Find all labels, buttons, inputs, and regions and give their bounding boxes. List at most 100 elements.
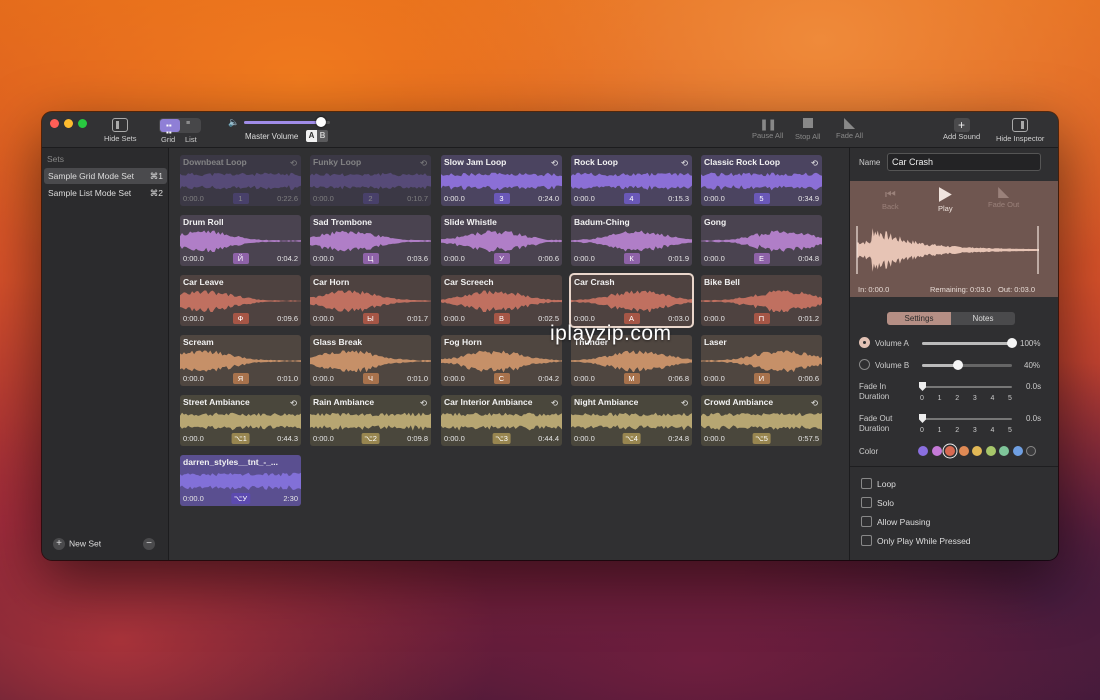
sound-tile[interactable]: Laser 0:00.0 И 0:00.6: [701, 335, 822, 386]
add-sound-button[interactable]: + Add Sound: [943, 118, 980, 141]
hide-sets-button[interactable]: Hide Sets: [104, 118, 137, 143]
scale-tick: 4: [990, 427, 995, 434]
loop-icon: ⟲: [289, 398, 297, 408]
fade-in-slider[interactable]: [919, 382, 1012, 391]
sound-tile[interactable]: Scream 0:00.0 Я 0:01.0: [180, 335, 301, 386]
fade-out-knob[interactable]: [919, 414, 926, 423]
sound-tile[interactable]: Classic Rock Loop ⟲ 0:00.0 5 0:34.9: [701, 155, 822, 206]
tile-start-time: 0:00.0: [704, 434, 725, 443]
fade-all-button[interactable]: Fade All: [836, 118, 863, 140]
sound-tile[interactable]: Rock Loop ⟲ 0:00.0 4 0:15.3: [571, 155, 692, 206]
fade-in-knob[interactable]: [919, 382, 926, 391]
solo-checkbox[interactable]: [861, 497, 872, 508]
loop-icon: ⟲: [550, 158, 558, 168]
sound-tile[interactable]: Gong 0:00.0 Е 0:04.8: [701, 215, 822, 266]
sound-tile[interactable]: darren_styles__tnt_-_... 0:00.0 ⌥У 2:30: [180, 455, 301, 506]
color-swatch[interactable]: [1026, 446, 1036, 456]
pause-all-button[interactable]: ❚❚ Pause All: [752, 118, 783, 140]
color-swatch[interactable]: [1012, 446, 1023, 456]
volume-a-knob[interactable]: [1007, 338, 1017, 348]
volume-b-radio[interactable]: [859, 359, 870, 370]
color-swatch[interactable]: [985, 446, 996, 456]
tile-name: Street Ambiance: [183, 397, 250, 407]
list-mode-toggle[interactable]: ≡: [181, 119, 200, 132]
tile-waveform: [571, 172, 692, 190]
minus-icon: −: [143, 538, 155, 550]
tile-hotkey: 4: [623, 193, 640, 204]
loop-icon: ⟲: [419, 398, 427, 408]
color-swatch[interactable]: [918, 446, 928, 456]
sound-tile[interactable]: Car Crash 0:00.0 А 0:03.0: [571, 275, 692, 326]
color-swatch[interactable]: [999, 446, 1009, 456]
allow-pausing-checkbox[interactable]: [861, 516, 872, 527]
new-set-button[interactable]: + New Set: [53, 538, 101, 550]
stop-all-button[interactable]: Stop All: [795, 118, 820, 141]
list-icon: ≡: [186, 120, 191, 127]
color-swatch[interactable]: [945, 446, 955, 456]
tile-start-time: 0:00.0: [704, 314, 725, 323]
hide-inspector-button[interactable]: Hide Inspector: [996, 118, 1044, 143]
sound-tile[interactable]: Rain Ambiance ⟲ 0:00.0 ⌥2 0:09.8: [310, 395, 431, 446]
sound-tile[interactable]: Glass Break 0:00.0 Ч 0:01.0: [310, 335, 431, 386]
back-button[interactable]: ⏮ Back: [882, 187, 899, 211]
sound-tile[interactable]: Slow Jam Loop ⟲ 0:00.0 3 0:24.0: [441, 155, 562, 206]
sound-tile[interactable]: Street Ambiance ⟲ 0:00.0 ⌥1 0:44.3: [180, 395, 301, 446]
sound-tile[interactable]: Car Horn 0:00.0 Ы 0:01.7: [310, 275, 431, 326]
fade-out-button[interactable]: Fade Out: [988, 187, 1019, 209]
sound-tile[interactable]: Fog Horn 0:00.0 С 0:04.2: [441, 335, 562, 386]
volume-a-slider[interactable]: [922, 338, 1017, 348]
loop-checkbox[interactable]: [861, 478, 872, 489]
play-button[interactable]: Play: [938, 187, 953, 213]
tile-hotkey: 1: [232, 193, 249, 204]
grid-mode-toggle[interactable]: ▪▪ ▪▪: [160, 119, 180, 137]
player-waveform[interactable]: [856, 226, 1053, 274]
sound-tile[interactable]: Downbeat Loop ⟲ 0:00.0 1 0:22.6: [180, 155, 301, 206]
master-volume-knob[interactable]: [316, 117, 327, 127]
sound-tile[interactable]: Night Ambiance ⟲ 0:00.0 ⌥4 0:24.8: [571, 395, 692, 446]
plus-icon: +: [953, 118, 970, 132]
sound-tile[interactable]: Car Screech 0:00.0 В 0:02.5: [441, 275, 562, 326]
remove-set-button[interactable]: −: [143, 538, 159, 550]
tile-waveform: [310, 350, 431, 372]
volume-b-knob[interactable]: [953, 360, 963, 370]
minimize-window-button[interactable]: [64, 119, 73, 128]
sound-tile[interactable]: Sad Trombone 0:00.0 Ц 0:03.6: [310, 215, 431, 266]
tile-hotkey: Й: [232, 253, 249, 264]
sound-grid: Downbeat Loop ⟲ 0:00.0 1 0:22.6 Funky Loop ⟲ 0:…: [169, 148, 849, 560]
tile-waveform: [701, 230, 822, 252]
sound-tile[interactable]: Drum Roll 0:00.0 Й 0:04.2: [180, 215, 301, 266]
zoom-window-button[interactable]: [78, 119, 87, 128]
color-swatch[interactable]: [958, 446, 969, 456]
fade-out-slider[interactable]: [919, 414, 1012, 423]
view-mode-segmented[interactable]: ▪▪ ▪▪ ≡: [159, 118, 201, 137]
sound-tile[interactable]: Car Leave 0:00.0 Ф 0:09.6: [180, 275, 301, 326]
sound-tile[interactable]: Crowd Ambiance ⟲ 0:00.0 ⌥5 0:57.5: [701, 395, 822, 446]
volume-a-label: Volume A: [875, 339, 909, 348]
tile-waveform: [180, 290, 301, 312]
sound-tile[interactable]: Bike Bell 0:00.0 П 0:01.2: [701, 275, 822, 326]
add-sound-label: Add Sound: [943, 132, 981, 141]
volume-b-slider[interactable]: [922, 360, 1012, 370]
volume-a-radio[interactable]: [859, 337, 870, 348]
color-swatch[interactable]: [931, 446, 942, 456]
name-field[interactable]: Car Crash: [887, 153, 1041, 171]
color-swatch[interactable]: [972, 446, 982, 456]
close-window-button[interactable]: [50, 119, 59, 128]
sidebar-item-grid-set[interactable]: Sample Grid Mode Set ⌘1: [44, 168, 167, 184]
only-play-pressed-checkbox[interactable]: [861, 535, 872, 546]
sidebar-item-list-set[interactable]: Sample List Mode Set ⌘2: [44, 185, 167, 201]
tile-name: Rain Ambiance: [313, 397, 375, 407]
tile-hotkey: С: [493, 373, 510, 384]
sound-tile[interactable]: Funky Loop ⟲ 0:00.0 2 0:10.7: [310, 155, 431, 206]
ab-volume-toggle[interactable]: A B: [306, 130, 328, 142]
tile-waveform: [441, 350, 562, 372]
sound-tile[interactable]: Car Interior Ambiance ⟲ 0:00.0 ⌥3 0:44.4: [441, 395, 562, 446]
grid-icon: ▪▪ ▪▪: [166, 121, 172, 137]
tab-notes[interactable]: Notes: [951, 312, 1015, 325]
master-volume-slider[interactable]: [244, 117, 330, 127]
sound-tile[interactable]: Badum-Ching 0:00.0 К 0:01.9: [571, 215, 692, 266]
volume-b-toggle[interactable]: B: [317, 130, 328, 142]
sound-tile[interactable]: Slide Whistle 0:00.0 У 0:00.6: [441, 215, 562, 266]
tab-settings[interactable]: Settings: [887, 312, 951, 325]
volume-a-toggle[interactable]: A: [306, 130, 317, 142]
